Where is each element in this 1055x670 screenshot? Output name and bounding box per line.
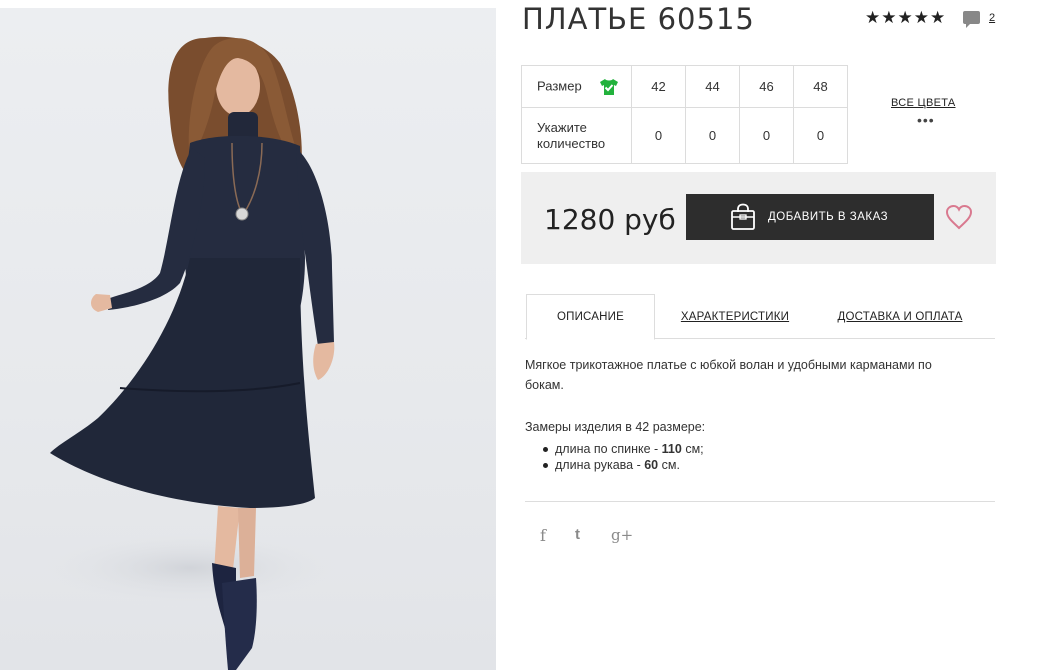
quantity-label-line1: Укажите [537,119,587,135]
size-option-46[interactable]: 46 [739,65,794,108]
size-row: Размер 42 44 46 48 [521,65,848,108]
list-item: длина по спинке - 110 см; [541,441,704,457]
add-to-order-label: ДОБАВИТЬ В ЗАКАЗ [768,211,889,223]
comment-count-link[interactable]: 2 [989,12,995,24]
all-colors-link[interactable]: ВСЕ ЦВЕТА [891,97,956,109]
quantity-input-44[interactable]: 0 [685,107,740,164]
product-photo[interactable] [0,8,496,670]
add-to-order-button[interactable]: ДОБАВИТЬ В ЗАКАЗ [686,194,934,240]
quantity-input-48[interactable]: 0 [793,107,848,164]
size-option-42[interactable]: 42 [631,65,686,108]
product-title: ПЛАТЬЕ 60515 [522,2,755,36]
divider [525,501,995,502]
product-description: Мягкое трикотажное платье с юбкой волан … [525,355,985,395]
shopping-bag-icon [731,203,755,230]
list-item: длина рукава - 60 см. [541,457,704,473]
description-line2: бокам. [525,378,564,392]
size-quantity-table: Размер 42 44 46 48 Укажите количество 0 … [521,65,848,164]
price-panel: 1280 руб ДОБАВИТЬ В ЗАКАЗ [521,172,996,264]
quantity-row: Укажите количество 0 0 0 0 [521,107,848,164]
comment-icon[interactable] [963,11,980,28]
size-label-cell: Размер [521,65,632,108]
quantity-label-cell: Укажите количество [521,107,632,164]
tab-characteristics[interactable]: ХАРАКТЕРИСТИКИ [665,294,805,339]
size-option-48[interactable]: 48 [793,65,848,108]
more-colors-dots[interactable]: ••• [917,112,935,128]
quantity-label-line2: количество [537,135,606,151]
size-label: Размер [537,77,582,93]
quantity-input-46[interactable]: 0 [739,107,794,164]
size-option-44[interactable]: 44 [685,65,740,108]
quantity-input-42[interactable]: 0 [631,107,686,164]
tab-delivery-payment[interactable]: ДОСТАВКА И ОПЛАТА [825,294,975,339]
price: 1280 руб [544,203,676,236]
google-plus-icon[interactable]: g+ [611,526,633,544]
heart-icon[interactable] [945,204,973,230]
model-illustration [30,36,350,670]
measures-title: Замеры изделия в 42 размере: [525,420,706,434]
shirt-check-icon [600,78,619,95]
info-tabs: ОПИСАНИЕ ХАРАКТЕРИСТИКИ ДОСТАВКА И ОПЛАТ… [525,294,995,340]
facebook-icon[interactable]: f [540,526,546,545]
rating-stars[interactable]: ★★★★★ [865,8,946,28]
measures-list: длина по спинке - 110 см; длина рукава -… [541,441,704,473]
description-line1: Мягкое трикотажное платье с юбкой волан … [525,358,932,372]
tab-description[interactable]: ОПИСАНИЕ [526,294,655,340]
twitter-icon[interactable]: t [575,526,580,543]
